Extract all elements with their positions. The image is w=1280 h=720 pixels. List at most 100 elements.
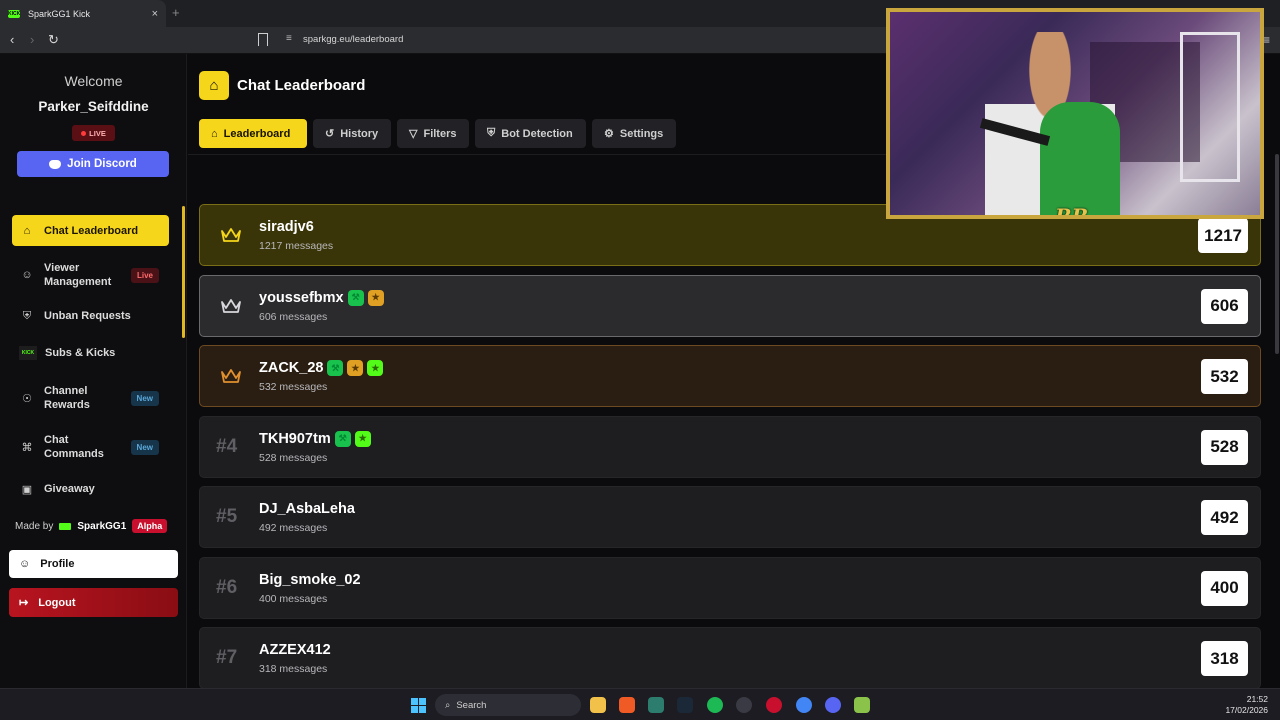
divider: [188, 154, 888, 155]
sidebar-item-unban-requests[interactable]: ⛨ Unban Requests: [12, 307, 169, 325]
forward-icon[interactable]: ›: [30, 32, 34, 47]
sidebar-scrollbar[interactable]: [182, 206, 185, 338]
main-scrollbar[interactable]: [1275, 154, 1279, 354]
leaderboard-row[interactable]: #6 Big_smoke_02 400 messages 400: [199, 556, 1261, 619]
leaderboard-row[interactable]: #7 AZZEX412 318 messages 318: [199, 627, 1261, 689]
username[interactable]: youssefbmx ⚒ ★: [259, 289, 384, 306]
sidebar-item-chat-commands[interactable]: ⌘ Chat Commands New: [12, 431, 169, 463]
username: Parker_Seifddine: [38, 99, 149, 114]
subscriber-badge-icon: ★: [354, 430, 371, 447]
username-text: ZACK_28: [259, 360, 324, 376]
taskbar-clock[interactable]: 21:52 17/02/2026: [1225, 694, 1268, 716]
search-icon: ⌕: [445, 699, 451, 711]
award-icon: ☉: [22, 392, 32, 405]
leaderboard-row[interactable]: #5 DJ_AsbaLeha 492 messages 492: [199, 486, 1261, 548]
rank-number: #6: [216, 576, 238, 598]
crown-icon: [221, 228, 241, 242]
username-text: DJ_AsbaLeha: [259, 501, 355, 517]
back-icon[interactable]: ‹: [10, 32, 14, 47]
sidebar-item-label: Channel Rewards: [44, 385, 90, 411]
windows-start-icon[interactable]: [411, 698, 426, 713]
logout-button[interactable]: ↦ Logout: [9, 588, 178, 617]
rank-number: #5: [216, 506, 238, 527]
leaderboard-row[interactable]: #4 TKH907tm ⚒ ★ 528 messages 528: [199, 415, 1261, 478]
leaderboard-row[interactable]: youssefbmx ⚒ ★ 606 messages 606: [199, 274, 1261, 337]
spotify-icon[interactable]: [707, 697, 723, 713]
tab-label: Settings: [619, 127, 664, 140]
taskbar: ⌕ Search 21:52 17/02/2026: [0, 688, 1280, 720]
discord-icon[interactable]: [825, 697, 841, 713]
welcome-text: Welcome: [64, 73, 123, 89]
moderator-badge-icon: ⚒: [334, 430, 351, 447]
made-by-text: Made by: [15, 520, 54, 532]
message-count-badge: 318: [1201, 641, 1248, 676]
chrome-icon[interactable]: [796, 697, 812, 713]
sidebar-item-chat-leaderboard[interactable]: ⌂ Chat Leaderboard: [12, 215, 169, 246]
tab-title: SparkGG1 Kick: [28, 8, 91, 19]
message-count-badge: 606: [1201, 288, 1248, 324]
file-explorer-icon[interactable]: [590, 697, 606, 713]
browser-tab[interactable]: KICK SparkGG1 Kick ×: [0, 0, 166, 27]
username-text: Big_smoke_02: [259, 571, 361, 588]
clock-date: 17/02/2026: [1225, 705, 1268, 715]
username[interactable]: TKH907tm ⚒ ★: [259, 430, 371, 447]
message-count-badge: 532: [1201, 359, 1248, 394]
username[interactable]: ZACK_28 ⚒ ★ ★: [259, 360, 384, 376]
reload-icon[interactable]: ↻: [48, 32, 59, 48]
command-icon: ⌘: [21, 441, 33, 454]
message-count-badge: 1217: [1198, 218, 1248, 253]
leaderboard-row[interactable]: ZACK_28 ⚒ ★ ★ 532 messages 532: [199, 345, 1261, 407]
taskbar-search-label: Search: [456, 699, 487, 711]
gear-icon: ⚙: [604, 128, 614, 140]
tab-leaderboard[interactable]: ⌂ Leaderboard: [199, 119, 307, 148]
username[interactable]: Big_smoke_02: [259, 572, 361, 588]
made-by-name: SparkGG1: [77, 520, 127, 532]
close-tab-icon[interactable]: ×: [152, 8, 158, 20]
message-count-badge: 492: [1201, 500, 1248, 535]
filter-icon: ▽: [409, 128, 418, 140]
new-tab-button[interactable]: +: [172, 5, 180, 20]
username-text: siradjv6: [259, 219, 314, 235]
app-icon[interactable]: [854, 697, 870, 713]
tab-label: Leaderboard: [223, 127, 291, 140]
username[interactable]: siradjv6: [259, 219, 314, 235]
sidebar-item-channel-rewards[interactable]: ☉ Channel Rewards New: [12, 382, 169, 414]
app-icon[interactable]: [648, 697, 664, 713]
opera-icon[interactable]: [766, 697, 782, 713]
sidebar-item-giveaway[interactable]: ▣ Giveaway: [12, 480, 169, 498]
username-text: TKH907tm: [259, 430, 331, 447]
site-settings-icon[interactable]: ≡: [286, 33, 292, 44]
crown-icon: [221, 298, 241, 313]
taskbar-search[interactable]: ⌕ Search: [435, 694, 581, 716]
tab-label: History: [340, 127, 379, 140]
live-pill: Live: [130, 267, 159, 283]
username[interactable]: DJ_AsbaLeha: [259, 501, 355, 517]
username-text: youssefbmx: [259, 289, 344, 306]
sidebar-item-label: Subs & Kicks: [45, 347, 116, 359]
rank-number: #4: [216, 435, 238, 457]
menu-icon[interactable]: ≡: [1263, 33, 1270, 47]
url-field[interactable]: sparkgg.eu/leaderboard: [303, 34, 403, 45]
bookmark-icon[interactable]: [258, 33, 268, 46]
obs-icon[interactable]: [736, 697, 752, 713]
sidebar-item-label: Unban Requests: [44, 310, 131, 322]
steam-icon[interactable]: [677, 697, 693, 713]
tab-filters[interactable]: ▽ Filters: [397, 119, 469, 148]
sidebar-item-viewer-management[interactable]: ☺ Viewer Management Live: [12, 259, 169, 291]
made-by: Made by SparkGG1 Alpha: [15, 519, 168, 533]
tab-history[interactable]: ↺ History: [313, 119, 391, 148]
sidebar-item-label: Giveaway: [44, 483, 95, 495]
sidebar-item-subs-kicks[interactable]: KICK Subs & Kicks: [12, 344, 169, 362]
profile-button[interactable]: ☺ Profile: [9, 550, 178, 578]
tab-settings[interactable]: ⚙ Settings: [592, 119, 676, 148]
join-discord-button[interactable]: Join Discord: [17, 151, 169, 177]
shield-icon: ⛨: [487, 127, 496, 139]
tab-bot-detection[interactable]: ⛨ Bot Detection: [475, 119, 586, 148]
webcam-light-frame: [1180, 32, 1240, 182]
brave-icon[interactable]: [619, 697, 635, 713]
subscriber-badge-icon: ★: [367, 360, 384, 376]
message-count-badge: 400: [1201, 570, 1248, 606]
username[interactable]: AZZEX412: [259, 642, 331, 658]
message-count-text: 606 messages: [259, 310, 328, 323]
vip-badge-icon: ★: [367, 289, 384, 306]
